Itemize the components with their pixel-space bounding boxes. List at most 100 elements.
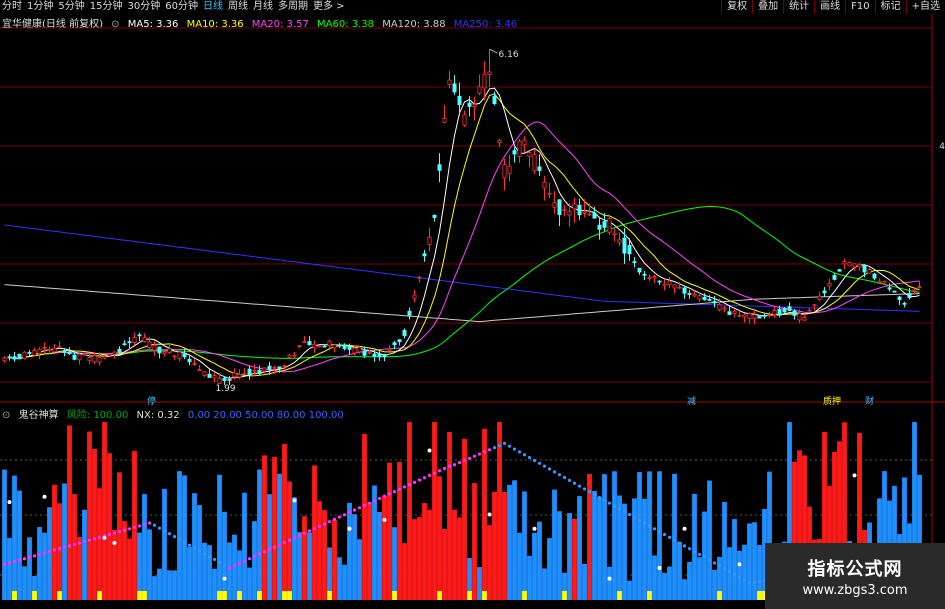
indicator-bar: [142, 494, 147, 600]
indicator-bar: [267, 494, 272, 600]
candle-body: [472, 104, 477, 107]
event-marker-reduce[interactable]: 减: [686, 394, 697, 407]
trend-dot: [322, 522, 327, 526]
signal-bar: [617, 591, 622, 600]
indicator-bar: [202, 542, 207, 600]
trend-dot: [717, 564, 722, 568]
indicator-bar: [607, 566, 612, 600]
candle-body: [152, 345, 157, 351]
indicator-bar: [537, 521, 542, 600]
candle-body: [267, 365, 272, 370]
trend-dot: [352, 508, 357, 512]
candle-body: [402, 330, 407, 336]
candle-body: [612, 232, 617, 235]
indicator-bar: [27, 537, 32, 600]
nx-label: NX: 0.32: [136, 410, 180, 421]
candle-body: [572, 203, 577, 210]
trend-dot: [107, 532, 112, 537]
indicator-bar: [422, 503, 427, 600]
trend-dot: [177, 537, 182, 542]
signal-bar: [327, 591, 332, 600]
indicator-bar: [112, 529, 117, 600]
indicator-bar: [7, 538, 12, 600]
event-marker-pledge[interactable]: 质押: [822, 394, 842, 407]
indicator-name[interactable]: 鬼谷神算: [19, 410, 59, 421]
trend-dot: [667, 535, 672, 539]
candle-body: [597, 224, 602, 230]
trend-dot: [82, 540, 87, 544]
candle-body: [772, 309, 777, 316]
trend-dot: [472, 454, 477, 458]
candle-body: [467, 102, 472, 107]
indicator-bar: [172, 570, 177, 600]
signal-bar: [287, 591, 292, 600]
trend-dot: [337, 515, 342, 519]
indicator-bar: [87, 431, 92, 600]
candle-body: [332, 344, 337, 349]
candle-body: [782, 307, 787, 313]
candle-body: [702, 296, 707, 301]
kline-chart[interactable]: 6.16 1.99: [0, 0, 945, 609]
candle-body: [197, 369, 202, 372]
candle-body: [187, 358, 192, 363]
candle-body: [457, 95, 462, 105]
candle-body: [437, 164, 442, 171]
indicator-bar: [597, 497, 602, 600]
candle-body: [632, 261, 637, 264]
trend-dot: [117, 530, 122, 534]
event-marker-finance[interactable]: 财: [864, 394, 875, 407]
candle-body: [382, 353, 387, 358]
trend-dot: [747, 581, 752, 585]
candle-body: [512, 150, 517, 155]
candle-body: [337, 344, 342, 347]
candle-body: [482, 73, 487, 89]
candle-body: [42, 346, 47, 349]
candle-body: [592, 212, 597, 219]
candle-body: [182, 353, 187, 358]
indicator-bar: [72, 494, 77, 600]
trend-dot: [257, 552, 262, 556]
candle-body: [177, 351, 182, 359]
trend-dot: [577, 484, 582, 488]
trend-dot: [507, 444, 512, 448]
candle-body: [302, 341, 307, 344]
candle-body: [487, 71, 492, 75]
indicator-settings-icon[interactable]: ⊙: [2, 410, 10, 421]
candle-body: [347, 346, 352, 350]
candle-body: [207, 373, 212, 378]
signal-dot: [347, 526, 352, 531]
candle-body: [527, 152, 532, 157]
candle-body: [87, 357, 92, 362]
trend-dot: [302, 531, 307, 535]
indicator-bar: [102, 422, 107, 600]
risk-label: 风险: 100.00: [66, 410, 129, 421]
trend-dot: [12, 559, 17, 564]
trend-dot: [457, 460, 462, 465]
indicator-bar: [197, 505, 202, 600]
candle-body: [72, 354, 77, 360]
indicator-bar: [387, 462, 392, 600]
price-axis-label: 4: [939, 142, 945, 152]
candle-body: [837, 269, 842, 272]
candle-body: [422, 253, 427, 257]
trend-dot: [582, 487, 587, 491]
ma120-line: [4, 284, 920, 323]
indicator-bar: [472, 483, 477, 600]
candle-body: [82, 353, 87, 356]
trend-dot: [172, 535, 177, 539]
candle-body: [862, 264, 867, 273]
indicator-bar: [2, 469, 7, 600]
candle-body: [562, 208, 567, 211]
indicator-bar: [37, 527, 42, 600]
trend-dot: [157, 526, 162, 530]
trend-dot: [447, 464, 452, 468]
signal-bar: [97, 591, 102, 600]
candle-body: [742, 314, 747, 318]
trend-dot: [452, 463, 457, 467]
trend-dot: [167, 532, 172, 536]
signal-bar: [562, 591, 567, 600]
high-pointer: [489, 48, 498, 54]
indicator-bar: [697, 557, 702, 600]
trend-dot: [92, 537, 97, 541]
trend-dot: [422, 476, 427, 480]
